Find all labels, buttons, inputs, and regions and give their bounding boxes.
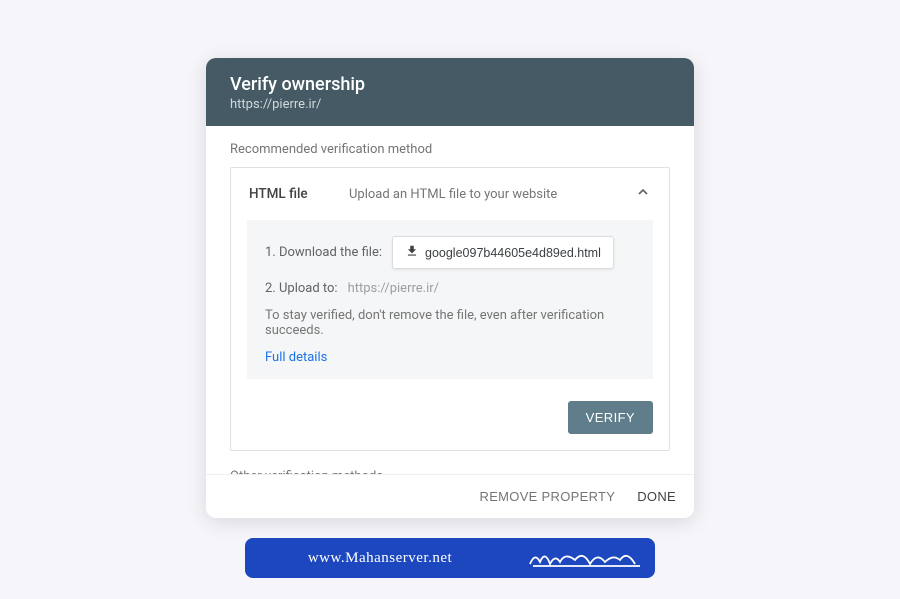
step2-label: 2. Upload to: bbox=[265, 281, 338, 296]
html-file-card: HTML file Upload an HTML file to your we… bbox=[230, 167, 670, 451]
recommended-label: Recommended verification method bbox=[230, 142, 670, 157]
chevron-up-icon bbox=[635, 184, 651, 204]
full-details-link[interactable]: Full details bbox=[265, 350, 327, 365]
dialog-body[interactable]: Recommended verification method HTML fil… bbox=[206, 126, 694, 474]
download-file-button[interactable]: google097b44605e4d89ed.html bbox=[392, 236, 614, 269]
dialog-subtitle: https://pierre.ir/ bbox=[230, 97, 670, 112]
card-header[interactable]: HTML file Upload an HTML file to your we… bbox=[231, 168, 669, 220]
verify-ownership-dialog: Verify ownership https://pierre.ir/ Reco… bbox=[206, 58, 694, 518]
verify-button[interactable]: VERIFY bbox=[568, 401, 653, 434]
remove-property-button[interactable]: REMOVE PROPERTY bbox=[480, 489, 616, 504]
method-title: HTML file bbox=[249, 186, 335, 202]
upload-url: https://pierre.ir/ bbox=[348, 281, 439, 296]
card-content: 1. Download the file: google097b44605e4d… bbox=[247, 220, 653, 379]
step-1: 1. Download the file: google097b44605e4d… bbox=[265, 236, 635, 269]
dialog-footer: REMOVE PROPERTY DONE bbox=[206, 474, 694, 518]
download-filename: google097b44605e4d89ed.html bbox=[425, 246, 601, 260]
banner-url: www.Mahanserver.net bbox=[245, 538, 515, 578]
watermark-banner: www.Mahanserver.net bbox=[245, 538, 655, 578]
method-desc: Upload an HTML file to your website bbox=[349, 187, 621, 202]
other-methods-label: Other verification methods bbox=[230, 469, 670, 474]
verification-note: To stay verified, don't remove the file,… bbox=[265, 308, 635, 338]
step-2: 2. Upload to: https://pierre.ir/ bbox=[265, 281, 635, 296]
banner-logo bbox=[515, 538, 655, 578]
done-button[interactable]: DONE bbox=[637, 489, 676, 504]
step1-label: 1. Download the file: bbox=[265, 245, 382, 260]
dialog-header: Verify ownership https://pierre.ir/ bbox=[206, 58, 694, 126]
download-icon bbox=[405, 244, 419, 261]
dialog-title: Verify ownership bbox=[230, 74, 670, 95]
card-actions: VERIFY bbox=[231, 395, 669, 450]
